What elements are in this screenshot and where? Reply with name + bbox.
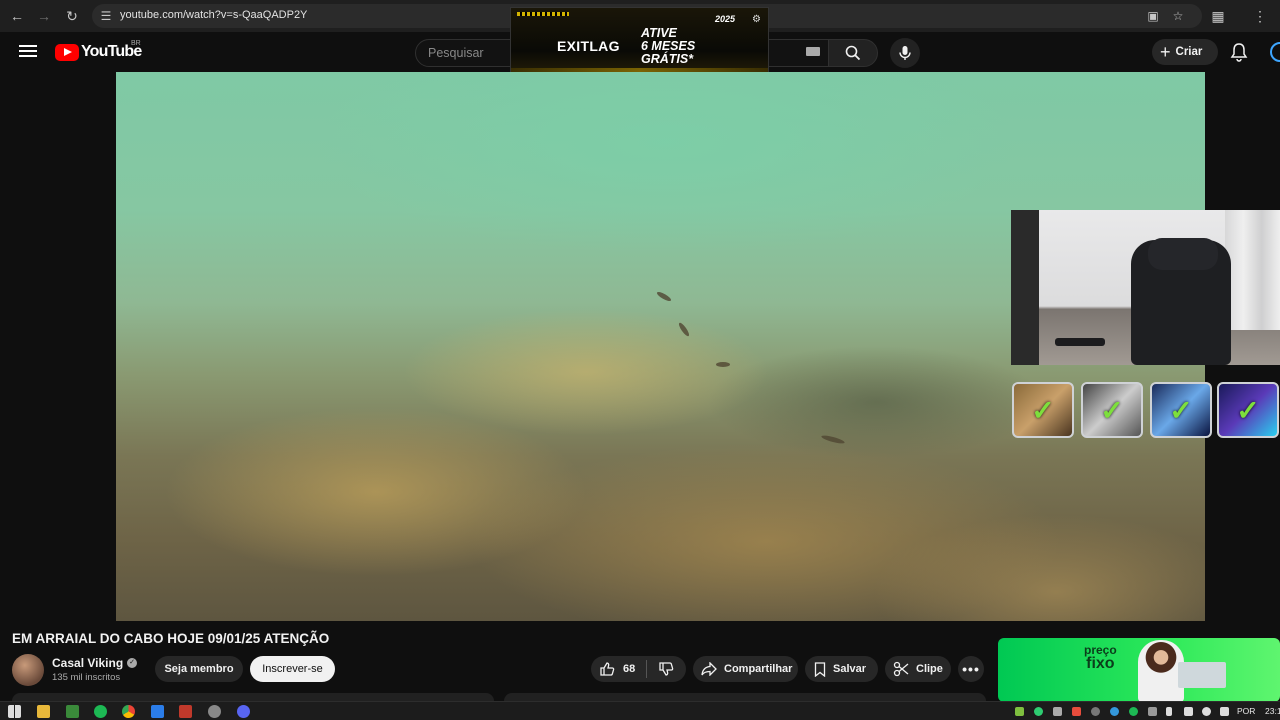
share-arrow-icon [701,662,717,676]
channel-name[interactable]: Casal Viking [52,656,123,670]
search-placeholder: Pesquisar [428,46,484,60]
bookmark-star-icon[interactable]: ☆ [1170,8,1186,24]
windows-taskbar: POR 23:1 [0,701,1280,720]
tray-icon[interactable] [1072,707,1081,716]
divider [646,660,647,678]
youtube-logo[interactable]: YouTube BR [55,40,142,61]
verified-check-icon: ✓ [127,658,137,668]
browser-menu-icon[interactable]: ⋮ [1250,6,1270,26]
share-label: Compartilhar [724,663,793,675]
video-title: EM ARRAIAL DO CABO HOJE 09/01/25 ATENÇÃO [12,631,330,646]
extensions-icon[interactable]: ▦ [1208,6,1228,26]
app-icon[interactable] [151,705,164,718]
join-membership-button[interactable]: Seja membro [155,656,243,682]
ad-stripe [517,12,569,16]
badge-thumb: ✓ [1012,382,1074,438]
channel-avatar[interactable] [12,654,44,686]
like-button[interactable]: 68 [591,656,646,682]
app-icon[interactable] [208,705,221,718]
reload-icon[interactable]: ↻ [62,6,82,26]
ad-brand: EXITLAG [557,38,620,54]
fish [820,433,846,446]
checkmark-icon: ✓ [1169,394,1193,426]
tray-icon[interactable] [1129,707,1138,716]
microphone-tray-icon[interactable] [1166,707,1172,716]
exitlag-ad-banner[interactable]: EXITLAG ATIVE 6 MESES GRÁTIS* 2025 ⚙ [510,7,769,81]
checkmark-icon: ✓ [1031,394,1055,426]
account-avatar[interactable] [1270,42,1280,62]
side-ad-text: preço fixo [1084,644,1117,672]
notifications-bell-icon[interactable] [1228,41,1250,63]
ad-settings-icon[interactable]: ⚙ [752,14,761,25]
fish [655,290,673,303]
tray-icon[interactable] [1053,707,1062,716]
back-arrow-icon[interactable]: ← [7,6,27,26]
thumbs-down-icon [659,662,674,676]
share-button[interactable]: Compartilhar [693,656,798,682]
thumbs-up-icon [600,662,615,676]
spotify-icon[interactable] [94,705,107,718]
microphone-icon [899,46,911,60]
save-label: Salvar [833,663,867,675]
badge-thumb: ✓ [1081,382,1143,438]
app-icon[interactable] [179,705,192,718]
ad-headline-line1: ATIVE [641,26,677,40]
battery-icon[interactable] [1184,707,1193,716]
fish [716,362,730,367]
webcam-overlay [1011,210,1280,365]
site-settings-icon[interactable]: ☰ [98,8,114,24]
sidebar-ad[interactable]: preço fixo [998,638,1280,702]
search-icon [845,45,861,61]
like-dislike-group: 68 [591,656,686,682]
streamer-badges: ✓ ✓ ✓ ✓ [1011,380,1280,440]
ad-headline-line3: GRÁTIS* [641,52,694,66]
checkmark-icon: ✓ [1236,394,1260,426]
windows-start-icon[interactable] [8,705,21,718]
tray-icon[interactable] [1110,707,1119,716]
subscriber-count: 135 mil inscritos [52,672,121,683]
scissors-icon [893,661,909,677]
country-code: BR [131,40,141,47]
fish [677,321,691,338]
create-button[interactable]: + Criar [1152,39,1218,65]
hamburger-menu-icon[interactable] [18,42,38,62]
tray-icon[interactable] [1015,707,1024,716]
subscribe-button[interactable]: Inscrever-se [250,656,335,682]
search-button[interactable] [828,39,878,67]
clip-button[interactable]: Clipe [885,656,951,682]
bookmark-icon [814,661,826,677]
plus-icon: + [1160,42,1171,62]
discord-icon[interactable] [237,705,250,718]
language-indicator[interactable]: POR [1237,706,1255,716]
chrome-icon[interactable] [122,705,135,718]
clock[interactable]: 23:1 [1265,706,1280,716]
like-count: 68 [623,663,636,675]
tray-icon[interactable] [1091,707,1100,716]
clip-label: Clipe [916,663,943,675]
ad-year-badge: 2025 [715,14,736,24]
url-text: youtube.com/watch?v=s-QaaQADP2Y [120,9,308,21]
ad-headline-line2: 6 MESES [641,39,696,53]
save-button[interactable]: Salvar [805,656,878,682]
create-label: Criar [1175,46,1203,58]
dislike-button[interactable] [653,659,679,679]
tray-icon[interactable] [1148,707,1157,716]
install-app-icon[interactable]: ▣ [1145,8,1161,24]
side-ad-laptop-image [1178,662,1226,688]
badge-thumb: ✓ [1217,382,1279,438]
checkmark-icon: ✓ [1100,394,1124,426]
side-ad-line2: fixo [1086,655,1115,672]
tray-icon[interactable] [1034,707,1043,716]
wifi-icon[interactable] [1202,707,1211,716]
file-explorer-icon[interactable] [37,705,50,718]
more-actions-button[interactable]: ••• [958,656,984,682]
voice-search-button[interactable] [890,38,920,68]
app-icon[interactable] [66,705,79,718]
forward-arrow-icon[interactable]: → [34,6,54,26]
badge-thumb: ✓ [1150,382,1212,438]
youtube-play-icon [55,43,79,61]
volume-icon[interactable] [1220,707,1229,716]
keyboard-icon[interactable] [806,47,820,56]
more-dots-icon: ••• [962,661,980,677]
